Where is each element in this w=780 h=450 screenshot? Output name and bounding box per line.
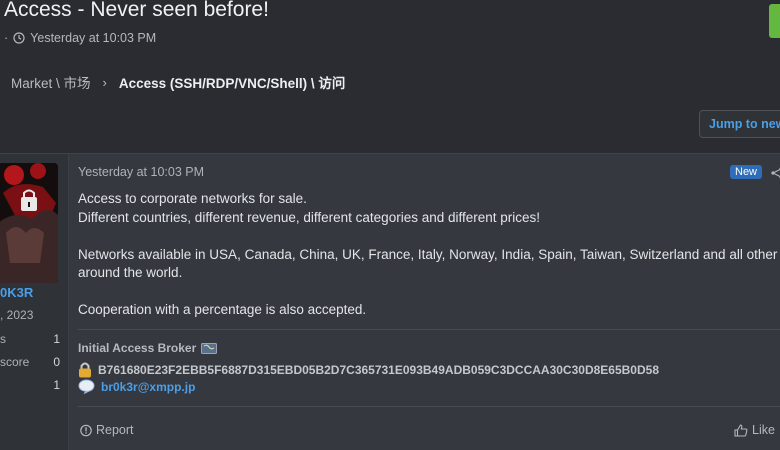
avatar-image	[0, 163, 58, 283]
message-line: Networks available in USA, Canada, China…	[78, 246, 778, 262]
message-line: Cooperation with a percentage is also ac…	[78, 302, 367, 317]
signature-contact-link[interactable]: br0k3r@xmpp.jp	[101, 380, 195, 394]
meta-separator: ·	[4, 31, 9, 45]
signature-title-text: Initial Access Broker	[78, 341, 197, 355]
breadcrumb-market[interactable]: Market \ 市场	[11, 72, 91, 92]
report-label: Report	[96, 423, 134, 437]
clock-icon	[13, 32, 25, 44]
like-button[interactable]: Like	[734, 423, 775, 437]
stat-label: s	[0, 332, 6, 346]
map-icon	[201, 342, 218, 354]
post-footer-divider	[78, 406, 780, 407]
post: 0K3R , 2023 s 1 score 0 1 Yesterday at 1…	[0, 153, 780, 450]
post-body: Yesterday at 10:03 PM New Access to corp…	[78, 154, 780, 450]
username[interactable]: 0K3R	[0, 285, 33, 300]
signature-contact-line: br0k3r@xmpp.jp	[78, 379, 195, 394]
message-line: Different countries, different revenue, …	[78, 209, 541, 225]
thread-start-time[interactable]: Yesterday at 10:03 PM	[30, 31, 156, 45]
avatar[interactable]	[0, 163, 58, 283]
forum-thread-page: Access - Never seen before! · Yesterday …	[0, 0, 780, 450]
post-user-column: 0K3R , 2023 s 1 score 0 1	[0, 154, 69, 450]
stat-value: 0	[53, 355, 60, 369]
jump-to-new-button[interactable]: Jump to new	[699, 110, 780, 138]
signature-key-line: B761680E23F2EBB5F6887D315EBD05B2D7C36573…	[78, 361, 659, 378]
action-button-edge[interactable]	[769, 4, 780, 38]
post-message: Access to corporate networks for sale. D…	[78, 190, 780, 320]
signature-divider	[78, 329, 780, 330]
joined-date: , 2023	[0, 308, 34, 322]
message-line: around the world.	[78, 265, 183, 280]
lock-icon	[79, 362, 91, 378]
stat-label: score	[0, 355, 30, 369]
speech-bubble-icon	[78, 379, 95, 394]
report-flag-icon	[80, 424, 92, 436]
new-badge: New	[730, 165, 763, 179]
share-icon[interactable]	[771, 167, 780, 179]
signature-key-hash: B761680E23F2EBB5F6887D315EBD05B2D7C36573…	[98, 362, 659, 377]
breadcrumb-chevron-icon: ›	[102, 74, 107, 90]
message-line: Access to corporate networks for sale.	[78, 191, 307, 206]
like-label: Like	[752, 423, 775, 437]
thumbs-up-icon	[734, 423, 748, 437]
breadcrumb: Market \ 市场 › Access (SSH/RDP/VNC/Shell)…	[11, 72, 345, 92]
stat-value: 1	[53, 378, 60, 392]
post-date[interactable]: Yesterday at 10:03 PM	[78, 165, 204, 179]
signature-title: Initial Access Broker	[78, 341, 218, 355]
breadcrumb-access-forum[interactable]: Access (SSH/RDP/VNC/Shell) \ 访问	[119, 72, 346, 92]
stat-value: 1	[53, 332, 60, 346]
thread-title: Access - Never seen before!	[4, 0, 269, 21]
report-button[interactable]: Report	[80, 423, 134, 437]
thread-meta: · Yesterday at 10:03 PM	[4, 31, 156, 45]
